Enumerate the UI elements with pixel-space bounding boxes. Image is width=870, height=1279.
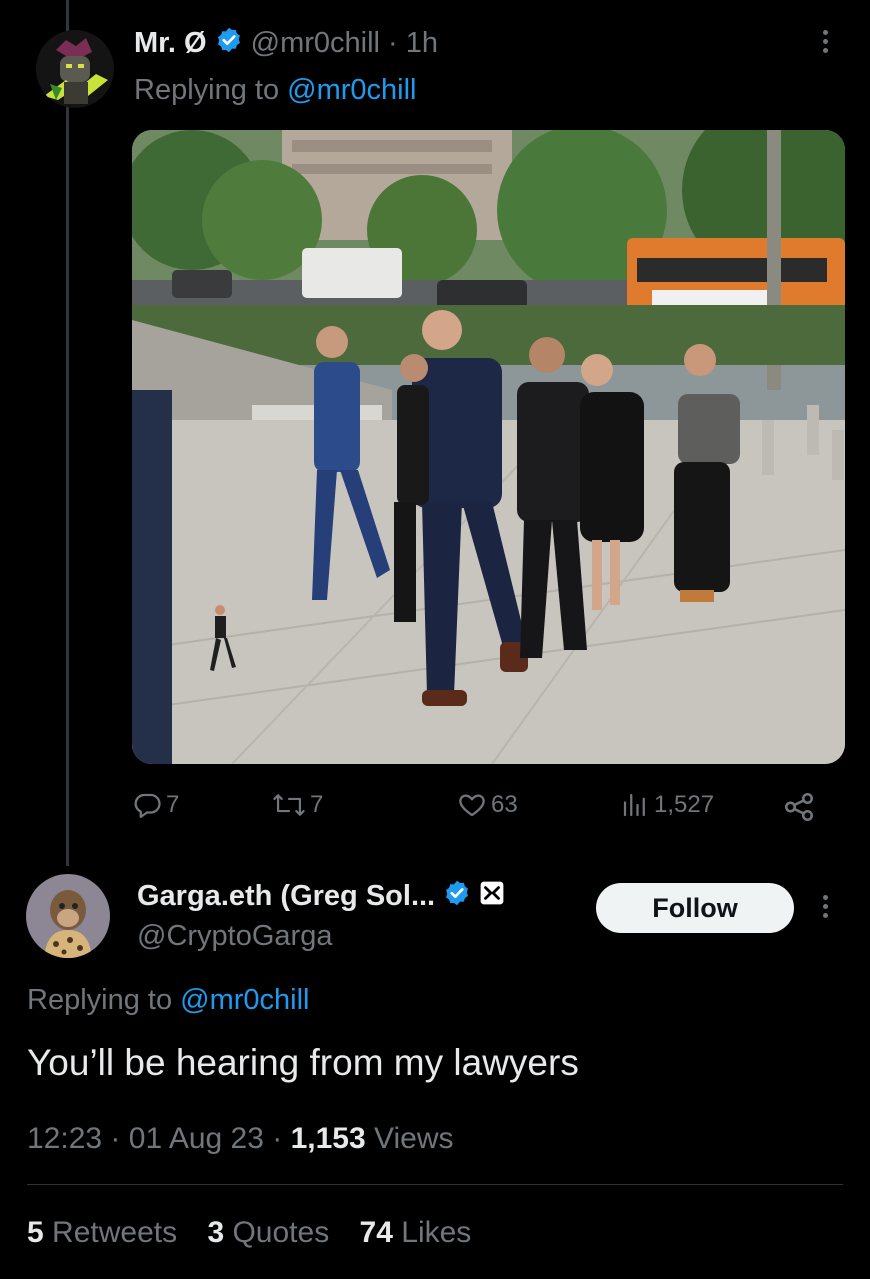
tweet1-display-name[interactable]: Mr. Ø bbox=[134, 27, 207, 59]
affiliate-badge-icon[interactable] bbox=[479, 879, 505, 915]
tweet2-stats: 5 Retweets 3 Quotes 74 Likes bbox=[27, 1214, 471, 1252]
tweet2-replying-to: Replying to @mr0chill bbox=[27, 982, 310, 1018]
tweet2-views-count: 1,153 bbox=[290, 1122, 366, 1155]
meta-dot: · bbox=[272, 1122, 283, 1155]
tweet2-more-options-icon[interactable] bbox=[823, 895, 829, 922]
reply-icon bbox=[132, 790, 162, 820]
tweet1-more-options-icon[interactable] bbox=[823, 30, 829, 57]
tweet2-meta: 12:23 · 01 Aug 23 · 1,153 Views bbox=[27, 1120, 454, 1158]
like-count: 63 bbox=[491, 791, 518, 818]
retweets-label: Retweets bbox=[52, 1216, 178, 1249]
quotes-stat[interactable]: 3 Quotes bbox=[207, 1216, 329, 1249]
verified-badge-icon bbox=[443, 879, 471, 916]
tweet2-text: You’ll be hearing from my lawyers bbox=[27, 1042, 579, 1083]
retweet-count: 7 bbox=[310, 791, 324, 818]
avatar-cryptogarga[interactable] bbox=[26, 874, 110, 958]
tweet1-time[interactable]: 1h bbox=[406, 27, 438, 59]
retweets-count: 5 bbox=[27, 1216, 44, 1249]
like-button[interactable]: 63 bbox=[457, 790, 518, 820]
photo-courthouse-street-icon bbox=[132, 130, 845, 764]
replying-to-handle[interactable]: @mr0chill bbox=[287, 74, 416, 106]
views-count: 1,527 bbox=[654, 791, 715, 818]
avatar-mr0chill[interactable] bbox=[36, 30, 114, 108]
tweet1-handle[interactable]: @mr0chill bbox=[251, 27, 380, 59]
retweet-icon bbox=[272, 790, 306, 820]
replying-to-label: Replying to bbox=[134, 74, 280, 106]
tweet1-header: Mr. Ø @mr0chill · 1h bbox=[134, 26, 438, 62]
tweet2-time[interactable]: 12:23 bbox=[27, 1122, 102, 1155]
likes-count: 74 bbox=[359, 1216, 393, 1249]
follow-button[interactable]: Follow bbox=[596, 883, 794, 933]
views-bar-chart-icon bbox=[620, 790, 650, 820]
likes-stat[interactable]: 74 Likes bbox=[360, 1216, 472, 1249]
tweet2-display-name[interactable]: Garga.eth (Greg Sol... bbox=[137, 880, 435, 912]
views-button[interactable]: 1,527 bbox=[620, 790, 714, 820]
quotes-count: 3 bbox=[207, 1216, 225, 1249]
thread-connector-line bbox=[66, 0, 69, 866]
replying-to-label: Replying to bbox=[27, 984, 173, 1016]
meta-dot: · bbox=[110, 1122, 121, 1155]
quotes-label: Quotes bbox=[232, 1216, 330, 1249]
tweet2-handle[interactable]: @CryptoGarga bbox=[137, 918, 332, 954]
verified-badge-icon bbox=[215, 26, 243, 62]
likes-label: Likes bbox=[401, 1216, 472, 1249]
tweet1-replying-to: Replying to @mr0chill bbox=[134, 72, 417, 108]
share-nodes-icon bbox=[782, 790, 816, 824]
reply-count: 7 bbox=[166, 791, 180, 818]
tweet1-separator: · bbox=[388, 27, 398, 59]
tweet2-name-row: Garga.eth (Greg Sol... bbox=[137, 878, 505, 916]
heart-icon bbox=[457, 790, 487, 820]
tweet1-actions: 7 7 63 1,527 bbox=[132, 790, 832, 826]
retweets-stat[interactable]: 5 Retweets bbox=[27, 1216, 177, 1249]
share-button[interactable] bbox=[782, 790, 816, 824]
tweet2-views-label: Views bbox=[374, 1122, 454, 1155]
replying-to-handle[interactable]: @mr0chill bbox=[180, 984, 309, 1016]
reply-button[interactable]: 7 bbox=[132, 790, 179, 820]
tweet1-photo[interactable] bbox=[132, 130, 845, 764]
tweet2-date[interactable]: 01 Aug 23 bbox=[129, 1122, 264, 1155]
divider bbox=[27, 1184, 843, 1185]
retweet-button[interactable]: 7 bbox=[272, 790, 323, 820]
